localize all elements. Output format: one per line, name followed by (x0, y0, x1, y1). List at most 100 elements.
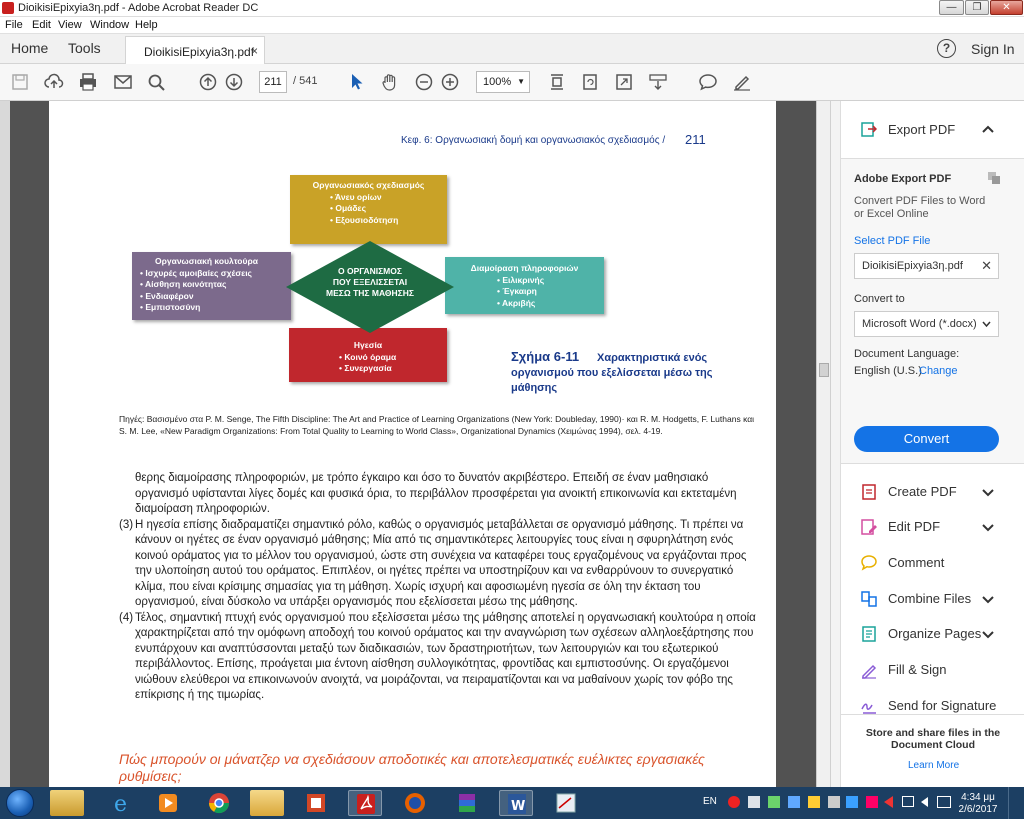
export-pdf-header[interactable]: Export PDF (841, 101, 1024, 159)
close-tab-icon[interactable]: × (251, 44, 258, 58)
tab-document[interactable]: DioikisiEpixyia3η.pdf × (125, 36, 265, 65)
system-clock[interactable]: 4:34 μμ 2/6/2017 (958, 792, 998, 816)
tool-edit-pdf[interactable]: Edit PDF (841, 514, 1024, 540)
menu-file[interactable]: File (5, 19, 23, 31)
menu-window[interactable]: Window (90, 19, 129, 31)
winrar-taskbar-icon[interactable] (450, 790, 484, 816)
left-panel-collapsed[interactable] (0, 101, 10, 787)
figure-center-text: Ο ΟΡΓΑΝΙΣΜΟΣ ΠΟΥ ΕΞΕΛΙΣΣΕΤΑΙ ΜΕΣΩ ΤΗΣ ΜΑ… (301, 266, 439, 299)
fit-page-icon[interactable] (547, 73, 567, 91)
maximize-button[interactable]: ❐ (965, 0, 989, 15)
folder-taskbar-icon[interactable] (250, 790, 284, 816)
convert-button[interactable]: Convert (854, 426, 999, 452)
page-number-input[interactable]: 211 (259, 71, 287, 93)
window-title: DioikisiEpixyia3η.pdf - Adobe Acrobat Re… (18, 2, 259, 14)
action-center-icon[interactable] (937, 796, 951, 808)
send-signature-icon (861, 703, 876, 714)
select-pdf-link[interactable]: Select PDF File (854, 235, 930, 247)
tray-app-icon[interactable] (768, 796, 780, 808)
tab-home[interactable]: Home (11, 40, 48, 56)
figure-center-line: ΠΟΥ ΕΞΕΛΙΣΣΕΤΑΙ (332, 277, 408, 287)
tray-app-icon[interactable] (788, 796, 800, 808)
format-select[interactable]: Microsoft Word (*.docx) (854, 311, 999, 337)
upload-cloud-icon[interactable] (44, 73, 64, 91)
zoom-in-icon[interactable] (440, 73, 460, 91)
comment-icon[interactable] (698, 73, 718, 91)
save-icon[interactable] (10, 73, 30, 91)
page-number-label: 211 (685, 132, 706, 147)
figure-box-design-title: Οργανωσιακός σχεδιασμός (312, 180, 425, 190)
menu-help[interactable]: Help (135, 19, 158, 31)
tool-create-pdf[interactable]: Create PDF (841, 479, 1024, 505)
tray-app-icon[interactable] (828, 796, 840, 808)
tray-app-icon[interactable] (808, 796, 820, 808)
zoom-out-icon[interactable] (414, 73, 434, 91)
learn-more-link[interactable]: Learn More (908, 760, 959, 771)
tray-app-icon[interactable] (748, 796, 760, 808)
media-player-taskbar-icon[interactable] (151, 790, 185, 816)
next-page-icon[interactable] (224, 73, 244, 91)
figure-center-line: ΜΕΣΩ ΤΗΣ ΜΑΘΗΣΗΣ (326, 288, 414, 298)
figure-item: • Εμπιστοσύνη (140, 302, 201, 312)
network-icon[interactable] (902, 796, 914, 807)
close-window-button[interactable]: ✕ (990, 0, 1023, 15)
right-panel-collapse-strip[interactable] (831, 101, 841, 787)
tool-combine-files[interactable]: Combine Files (841, 586, 1024, 612)
scrollbar-thumb[interactable] (819, 363, 829, 377)
tray-app-icon[interactable] (866, 796, 878, 808)
organize-pages-icon (862, 626, 876, 642)
chevron-up-icon[interactable] (982, 124, 994, 134)
word-taskbar-icon[interactable]: W (499, 790, 533, 816)
tray-antivirus-icon[interactable] (728, 796, 740, 808)
tool-send-for-signature[interactable]: Send for Signature (841, 693, 1024, 714)
acrobat-app-icon (2, 2, 14, 14)
ie-taskbar-icon[interactable]: e (104, 790, 138, 817)
sign-in-button[interactable]: Sign In (971, 41, 1015, 57)
tool-fill-sign[interactable]: Fill & Sign (841, 657, 1024, 683)
format-select-value: Microsoft Word (*.docx) (862, 318, 977, 330)
hand-tool-icon[interactable] (380, 73, 400, 91)
select-cursor-icon[interactable] (346, 73, 366, 91)
copy-icon[interactable] (987, 171, 1001, 185)
rotate-page-icon[interactable] (580, 73, 600, 91)
tool-label: Organize Pages (888, 626, 982, 641)
firefox-taskbar-icon[interactable] (398, 790, 432, 816)
document-viewer[interactable]: Κεφ. 6: Οργανωσιακή δομή και οργανωσιακό… (0, 101, 830, 787)
search-icon[interactable] (147, 73, 167, 91)
input-language-indicator[interactable]: EN (703, 796, 717, 807)
tray-flag-icon[interactable] (884, 796, 893, 808)
create-pdf-icon (862, 484, 876, 500)
explorer-taskbar-icon[interactable] (50, 790, 84, 816)
minimize-button[interactable]: — (939, 0, 964, 15)
pen-sign-icon[interactable] (732, 73, 752, 91)
vertical-scrollbar[interactable] (816, 101, 830, 787)
start-button[interactable] (6, 789, 34, 817)
selected-file-field: DioikisiEpixyia3η.pdf ✕ (854, 253, 999, 279)
tool-comment[interactable]: Comment (841, 550, 1024, 576)
email-icon[interactable] (113, 73, 133, 91)
scroll-mode-icon[interactable] (648, 73, 668, 91)
menu-edit[interactable]: Edit (32, 19, 51, 31)
change-language-link[interactable]: Change (919, 365, 958, 377)
chevron-down-icon (982, 524, 994, 532)
show-desktop-button[interactable] (1008, 787, 1024, 819)
tool-organize-pages[interactable]: Organize Pages (841, 621, 1024, 647)
print-icon[interactable] (78, 73, 98, 91)
doc-language-label: Document Language: (854, 348, 960, 360)
tray-app-icon[interactable] (846, 796, 858, 808)
tool-label: Combine Files (888, 591, 972, 606)
acrobat-taskbar-icon[interactable] (348, 790, 382, 816)
clear-file-icon[interactable]: ✕ (981, 254, 992, 278)
help-icon[interactable]: ? (937, 39, 956, 58)
figure-box-sharing-title: Διαμοίραση πληροφοριών (470, 263, 579, 273)
snipping-tool-taskbar-icon[interactable] (549, 790, 583, 816)
zoom-level-select[interactable]: 100% ▼ (476, 71, 530, 93)
menu-view[interactable]: View (58, 19, 82, 31)
previous-page-icon[interactable] (198, 73, 218, 91)
office-taskbar-icon[interactable] (299, 790, 333, 816)
tools-list: Create PDF Edit PDF Comment Combine File… (841, 464, 1024, 714)
full-screen-icon[interactable] (614, 73, 634, 91)
chrome-taskbar-icon[interactable] (202, 790, 236, 816)
volume-icon[interactable] (921, 797, 928, 807)
tab-tools[interactable]: Tools (68, 40, 101, 56)
